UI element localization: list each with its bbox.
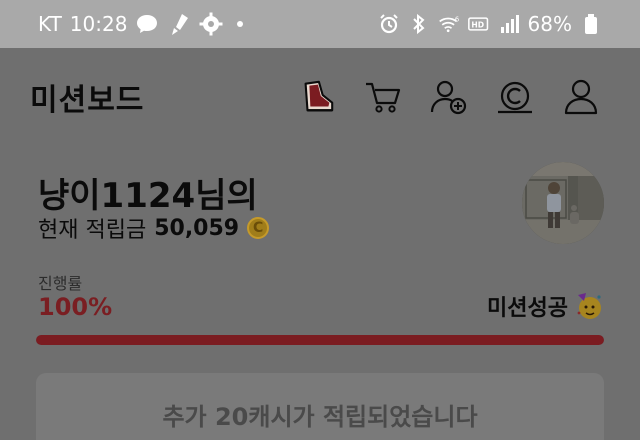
svg-text:HD: HD <box>471 20 484 29</box>
clock: 10:28 <box>69 12 128 36</box>
cart-icon[interactable] <box>364 78 402 116</box>
cash-notice-text: 추가 20캐시가 적립되었습니다 <box>162 403 478 431</box>
notification-dot <box>237 21 244 27</box>
progress-bar <box>36 335 604 345</box>
mission-status-text: 미션성공 <box>487 296 568 321</box>
balance-label: 현재 적립금 <box>38 218 147 243</box>
messenger-icon <box>135 12 159 36</box>
sneaker-icon[interactable] <box>298 78 336 116</box>
party-face-icon <box>574 291 604 321</box>
balance-value: 50,059 <box>154 215 240 241</box>
app-header: 미션보드 <box>0 48 640 146</box>
status-bar: KT 10:28 6 HD 68% <box>0 0 640 48</box>
coin-icon: C <box>247 217 270 239</box>
wifi-6-icon: 6 <box>438 13 460 35</box>
profile-section: 냥이1124님의 현재 적립금 50,059 C <box>38 160 604 250</box>
avatar[interactable] <box>522 162 604 244</box>
progress-bar-fill <box>36 335 604 345</box>
hd-voice-icon: HD <box>467 13 490 35</box>
progress-label: 진행률 <box>38 274 83 293</box>
header-icons <box>298 78 600 116</box>
rocket-icon <box>167 12 191 36</box>
alarm-icon <box>378 13 400 35</box>
battery-percent: 68% <box>527 12 572 36</box>
mission-status: 미션성공 <box>487 290 604 322</box>
svg-text:6: 6 <box>454 15 458 23</box>
signal-icon <box>498 13 520 35</box>
status-left: KT 10:28 <box>38 12 244 36</box>
add-friend-icon[interactable] <box>430 78 468 116</box>
settings-gear-icon <box>199 12 223 36</box>
profile-icon[interactable] <box>562 78 600 116</box>
bluetooth-icon <box>408 13 430 35</box>
username: 냥이1124님의 <box>38 176 258 216</box>
cash-coin-icon[interactable] <box>496 78 534 116</box>
progress-value: 100% <box>38 293 113 321</box>
page-title: 미션보드 <box>30 83 145 118</box>
battery-icon <box>580 13 602 35</box>
status-right: 6 HD 68% <box>378 12 602 36</box>
balance-row: 현재 적립금 50,059 C <box>38 212 270 244</box>
carrier-label: KT <box>38 12 62 36</box>
cash-notice[interactable]: 추가 20캐시가 적립되었습니다 <box>36 373 604 440</box>
